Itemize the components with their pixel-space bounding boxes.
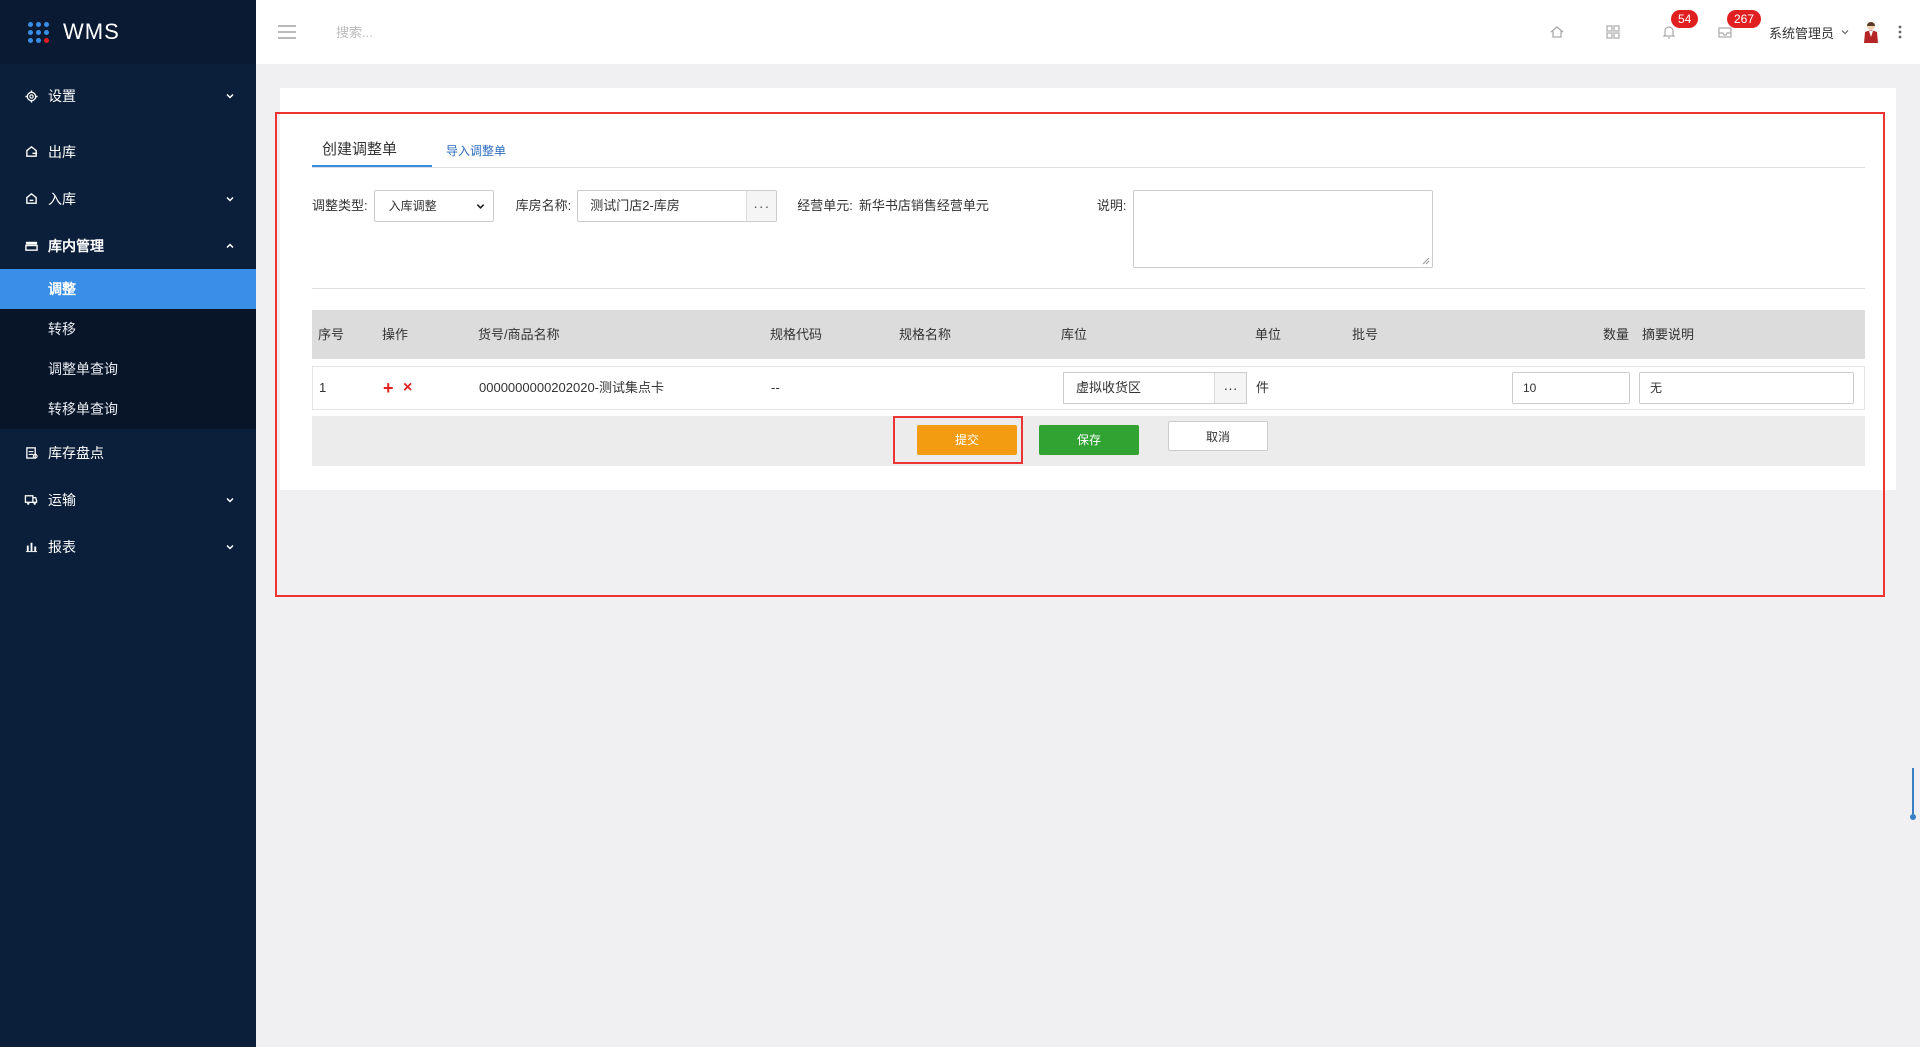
business-unit-label: 经营单元: (797, 198, 853, 213)
chevron-down-icon (226, 497, 234, 503)
app-logo[interactable]: WMS (0, 0, 256, 64)
table-row: 1 + × 0000000000202020-测试集点卡 -- 虚拟收货区 ··… (312, 366, 1865, 410)
location-lookup-button[interactable]: ··· (1214, 373, 1246, 403)
sidebar-item-label: 运输 (48, 491, 76, 508)
col-batch: 批号 (1352, 327, 1379, 342)
avatar (1864, 22, 1878, 43)
warehouse-icon (24, 239, 38, 253)
location-picker[interactable]: 虚拟收货区 ··· (1063, 372, 1247, 404)
col-spec-name: 规格名称 (899, 327, 952, 342)
cancel-button[interactable]: 取消 (1168, 421, 1268, 451)
app-grid-icon (28, 21, 49, 43)
sidebar-item-warehouse-management[interactable]: 库内管理 (0, 222, 256, 269)
add-row-button[interactable]: + (383, 367, 394, 409)
tab-import-adjustment[interactable]: 导入调整单 (436, 142, 516, 167)
home-icon (1550, 26, 1564, 38)
clipboard-icon (24, 446, 38, 460)
sidebar-menu: 设置 出库 入库 库内管理 调整 转移 调整单查询 转移单查询 库存盘点 运输 … (0, 64, 256, 570)
warehouse-value: 测试门店2-库房 (590, 198, 680, 213)
resize-grip-icon[interactable] (1422, 257, 1430, 265)
col-unit: 单位 (1255, 327, 1282, 342)
more-vertical-icon (1898, 25, 1902, 39)
bar-chart-icon (24, 540, 38, 554)
col-index: 序号 (318, 327, 345, 342)
col-location: 库位 (1061, 327, 1088, 342)
action-bar: 提交 保存 取消 (312, 416, 1865, 466)
save-button[interactable]: 保存 (1039, 425, 1139, 455)
adjustment-form: 调整类型: 入库调整 库房名称: 测试门店2-库房 ··· 经营单元: 新华书店… (312, 190, 1433, 268)
warehouse-lookup-button[interactable]: ··· (746, 191, 777, 221)
chevron-down-icon (1841, 30, 1849, 35)
user-menu[interactable]: 系统管理员 (1769, 21, 1880, 43)
warehouse-label: 库房名称: (515, 198, 572, 213)
sidebar-subitem-transfer-query[interactable]: 转移单查询 (0, 389, 256, 429)
location-value: 虚拟收货区 (1076, 380, 1142, 395)
business-unit-value: 新华书店销售经营单元 (858, 198, 989, 213)
table-header: 序号 操作 货号/商品名称 规格代码 规格名称 库位 单位 批号 数量 摘要说明 (312, 310, 1865, 359)
messages-button[interactable]: 267 (1697, 0, 1762, 64)
col-summary: 摘要说明 (1642, 327, 1695, 342)
adjust-type-label: 调整类型: (312, 198, 368, 213)
sidebar-submenu: 调整 转移 调整单查询 转移单查询 (0, 269, 256, 429)
sidebar-item-label: 报表 (48, 538, 76, 555)
sidebar-item-outbound[interactable]: 出库 (0, 128, 256, 175)
tab-bar: 创建调整单 导入调整单 (312, 128, 1865, 168)
app-title: WMS (63, 19, 120, 44)
summary-input[interactable]: 无 (1639, 372, 1854, 404)
chevron-down-icon (226, 93, 234, 99)
chevron-down-icon (226, 544, 234, 550)
adjust-type-select[interactable]: 入库调整 (373, 190, 494, 222)
notification-badge: 54 (1670, 10, 1699, 28)
scroll-indicator[interactable] (1910, 766, 1916, 822)
sidebar-item-label: 入库 (48, 190, 76, 207)
submit-button[interactable]: 提交 (917, 425, 1017, 455)
inbound-icon (24, 192, 38, 206)
tab-create-adjustment[interactable]: 创建调整单 (312, 138, 432, 167)
sidebar-subitem-adjust-query[interactable]: 调整单查询 (0, 349, 256, 389)
col-product: 货号/商品名称 (478, 327, 560, 342)
col-quantity: 数量 (1603, 327, 1630, 342)
outbound-icon (24, 145, 38, 159)
row-spec-code: -- (771, 380, 780, 395)
sidebar-item-label: 设置 (48, 88, 76, 104)
sidebar-item-reports[interactable]: 报表 (0, 523, 256, 570)
apps-button[interactable] (1585, 0, 1641, 64)
sidebar-item-stocktake[interactable]: 库存盘点 (0, 429, 256, 476)
chevron-down-icon (226, 196, 234, 202)
top-header: 54 267 系统管理员 (256, 0, 1920, 64)
row-unit: 件 (1256, 380, 1270, 395)
sidebar-item-label: 库内管理 (48, 237, 104, 254)
sidebar-item-settings[interactable]: 设置 (0, 64, 256, 128)
sidebar-item-label: 库存盘点 (48, 444, 104, 461)
note-label: 说明: (1096, 198, 1127, 213)
notifications-button[interactable]: 54 (1641, 0, 1699, 64)
col-actions: 操作 (382, 327, 409, 342)
sidebar-subitem-transfer[interactable]: 转移 (0, 309, 256, 349)
gear-icon (24, 89, 38, 103)
chevron-up-icon (226, 242, 234, 248)
grid-icon (1606, 25, 1620, 39)
form-divider (312, 288, 1865, 289)
search-input[interactable] (336, 24, 576, 40)
home-button[interactable] (1529, 0, 1585, 64)
note-textarea[interactable] (1132, 190, 1433, 268)
sidebar-subitem-adjust[interactable]: 调整 (0, 269, 256, 309)
delete-row-button[interactable]: × (403, 367, 412, 409)
sidebar-item-inbound[interactable]: 入库 (0, 175, 256, 222)
sidebar: WMS 设置 出库 入库 库内管理 调整 转移 调整单查询 转移单查询 库存盘点… (0, 0, 256, 1047)
message-badge: 267 (1726, 10, 1762, 28)
quantity-input[interactable]: 10 (1512, 372, 1630, 404)
adjust-type-value: 入库调整 (388, 199, 437, 213)
row-product: 0000000000202020-测试集点卡 (479, 380, 665, 395)
menu-toggle-icon[interactable] (278, 25, 296, 39)
more-options-button[interactable] (1880, 0, 1920, 64)
row-index: 1 (319, 380, 327, 395)
sidebar-item-transport[interactable]: 运输 (0, 476, 256, 523)
chevron-down-icon (476, 204, 484, 209)
warehouse-picker[interactable]: 测试门店2-库房 ··· (577, 190, 778, 222)
truck-icon (24, 493, 38, 507)
sidebar-item-label: 出库 (48, 143, 76, 160)
col-spec-code: 规格代码 (770, 327, 823, 342)
user-name: 系统管理员 (1768, 25, 1834, 41)
